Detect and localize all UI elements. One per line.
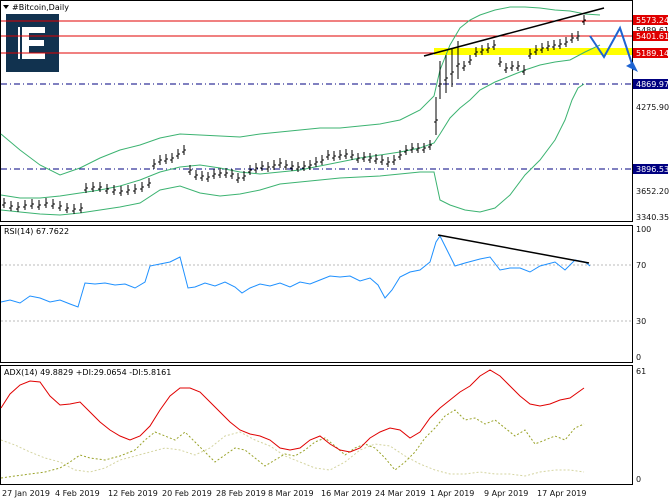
time-label-1: 4 Feb 2019 [55, 489, 100, 498]
rsi-axis-100: 100 [636, 225, 651, 234]
price-axis: 5573.24 5489.61 5401.61 5189.14 4869.97 … [633, 15, 669, 222]
time-label-2: 12 Feb 2019 [108, 489, 158, 498]
rsi-panel-frame [0, 225, 633, 363]
price-label-3652: 3652.20 [636, 187, 669, 196]
price-tag-5189-text: 5189.14 [636, 49, 669, 58]
rsi-axis-0: 0 [636, 353, 641, 362]
adx-axis-0: 0 [636, 475, 641, 484]
adx-label: ADX(14) 49.8829 +DI:29.0654 -DI:5.8161 [4, 368, 171, 377]
rsi-axis-30: 30 [636, 317, 646, 326]
time-label-3: 20 Feb 2019 [162, 489, 212, 498]
time-label-9: 9 Apr 2019 [484, 489, 528, 498]
time-label-4: 28 Feb 2019 [216, 489, 266, 498]
time-label-0: 27 Jan 2019 [2, 489, 50, 498]
time-label-10: 17 Apr 2019 [537, 489, 586, 498]
price-tag-5401-text: 5401.61 [636, 32, 669, 41]
price-tag-4869-text: 4869.97 [636, 80, 669, 89]
time-label-6: 16 Mar 2019 [321, 489, 372, 498]
adx-panel-frame [0, 365, 633, 485]
price-tag-3896-text: 3896.53 [636, 165, 669, 174]
time-axis: 27 Jan 2019 4 Feb 2019 12 Feb 2019 20 Fe… [2, 489, 586, 498]
adx-axis-61: 61 [636, 367, 646, 376]
price-label-4275: 4275.90 [636, 103, 669, 112]
time-label-5: 8 Mar 2019 [268, 489, 314, 498]
rsi-axis-70: 70 [636, 261, 646, 270]
broker-logo-icon [6, 14, 59, 72]
rsi-label: RSI(14) 67.7622 [4, 227, 69, 236]
price-panel-frame [0, 0, 633, 222]
price-label-3340: 3340.35 [636, 213, 669, 222]
chart-title: #Bitcoin,Daily [12, 3, 69, 12]
chart-canvas[interactable]: #Bitcoin,Daily 5573.24 5489.61 5401.61 5… [0, 0, 670, 502]
time-label-8: 1 Apr 2019 [430, 489, 474, 498]
time-label-7: 24 Mar 2019 [375, 489, 426, 498]
price-tag-5573-text: 5573.24 [636, 16, 669, 25]
